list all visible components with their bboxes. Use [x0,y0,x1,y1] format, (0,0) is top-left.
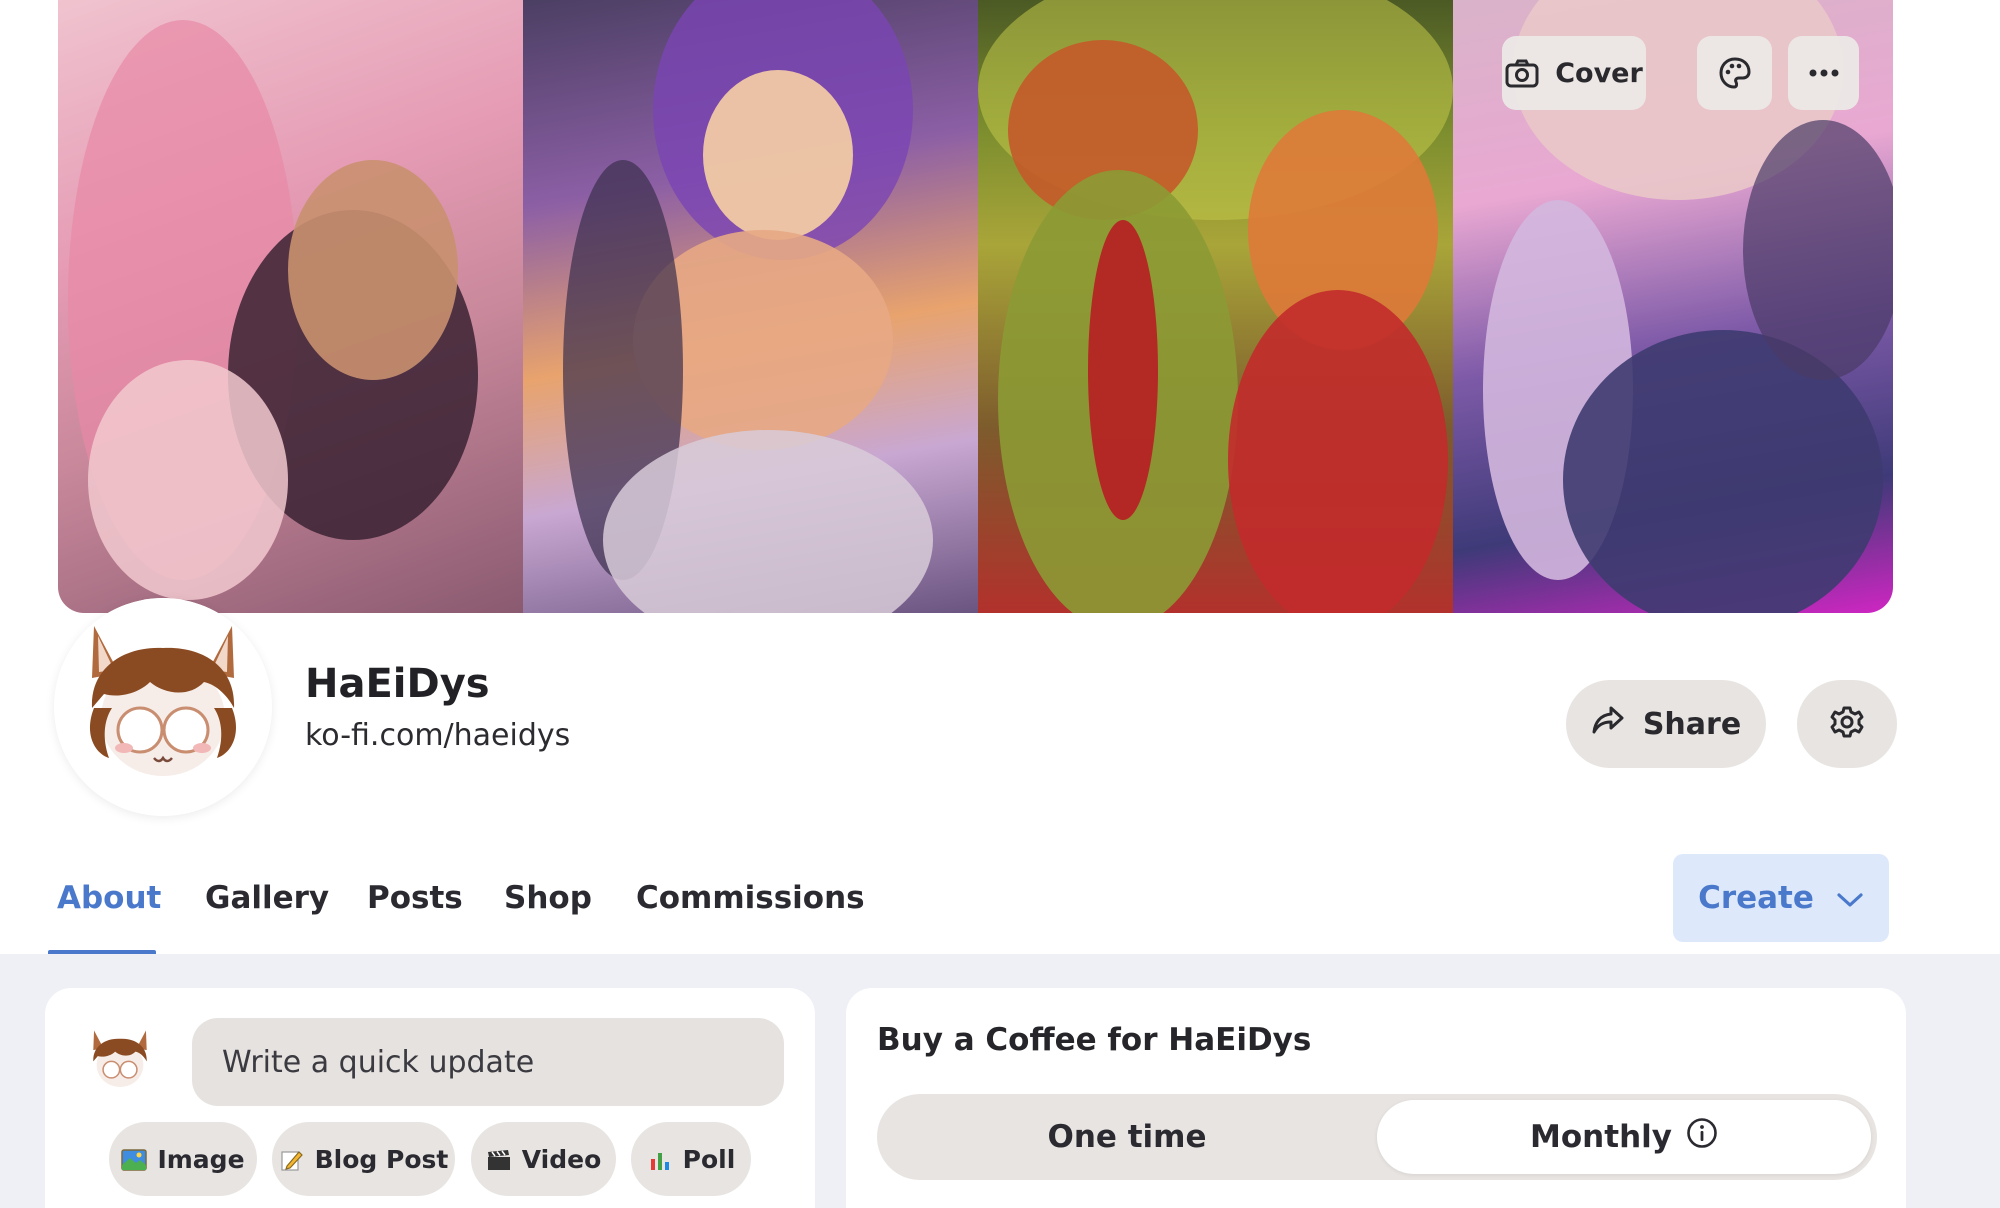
add-blog-post-button[interactable]: Blog Post [272,1122,455,1196]
add-poll-button[interactable]: Poll [631,1122,751,1196]
tab-commissions[interactable]: Commissions [636,880,865,916]
cover-artwork-2 [523,0,978,613]
share-label: Share [1642,706,1742,742]
avatar-illustration [54,598,272,816]
tab-gallery[interactable]: Gallery [205,880,329,916]
pencil-icon [279,1148,305,1171]
frequency-toggle: One time Monthly [877,1094,1877,1180]
profile-url[interactable]: ko-fi.com/haeidys [305,718,570,753]
tab-posts[interactable]: Posts [367,880,463,916]
more-dots-icon [1809,69,1839,77]
image-button-label: Image [157,1144,245,1174]
add-video-button[interactable]: Video [471,1122,616,1196]
more-options-button[interactable] [1788,36,1859,110]
buy-coffee-title: Buy a Coffee for HaEiDys [877,1022,1312,1058]
change-cover-button[interactable]: Cover [1502,36,1646,110]
tab-about[interactable]: About [57,880,161,916]
settings-button[interactable] [1797,680,1897,768]
clapper-icon [486,1148,512,1170]
tab-shop[interactable]: Shop [504,880,592,916]
share-arrow-icon [1591,705,1625,743]
one-time-option[interactable]: One time [877,1094,1377,1180]
buy-coffee-card: Buy a Coffee for HaEiDys One time Monthl… [846,988,1906,1208]
video-button-label: Video [521,1144,602,1174]
create-label: Create [1698,880,1814,916]
share-button[interactable]: Share [1566,680,1766,768]
profile-name: HaEiDys [305,661,490,707]
add-image-button[interactable]: Image [109,1122,257,1196]
monthly-label: Monthly [1530,1119,1672,1155]
theme-palette-button[interactable] [1697,36,1772,110]
create-dropdown-button[interactable]: Create [1673,854,1889,942]
gear-icon [1830,705,1864,743]
poll-button-label: Poll [682,1144,736,1174]
quick-update-input[interactable] [192,1018,784,1106]
avatar[interactable] [54,598,272,816]
quick-update-card: Image Blog Post Video Poll [45,988,815,1208]
camera-icon [1505,58,1539,88]
image-icon [121,1148,148,1171]
cover-artwork-1 [58,0,523,613]
cover-button-label: Cover [1555,57,1643,89]
one-time-label: One time [1047,1119,1207,1155]
user-avatar-small [79,1020,161,1102]
chevron-down-icon [1836,880,1864,916]
blog-post-button-label: Blog Post [314,1144,449,1174]
palette-icon [1718,56,1752,90]
cover-artwork-3 [978,0,1453,613]
monthly-option[interactable]: Monthly [1377,1100,1871,1174]
info-icon[interactable] [1686,1117,1718,1157]
bar-chart-icon [647,1148,673,1170]
